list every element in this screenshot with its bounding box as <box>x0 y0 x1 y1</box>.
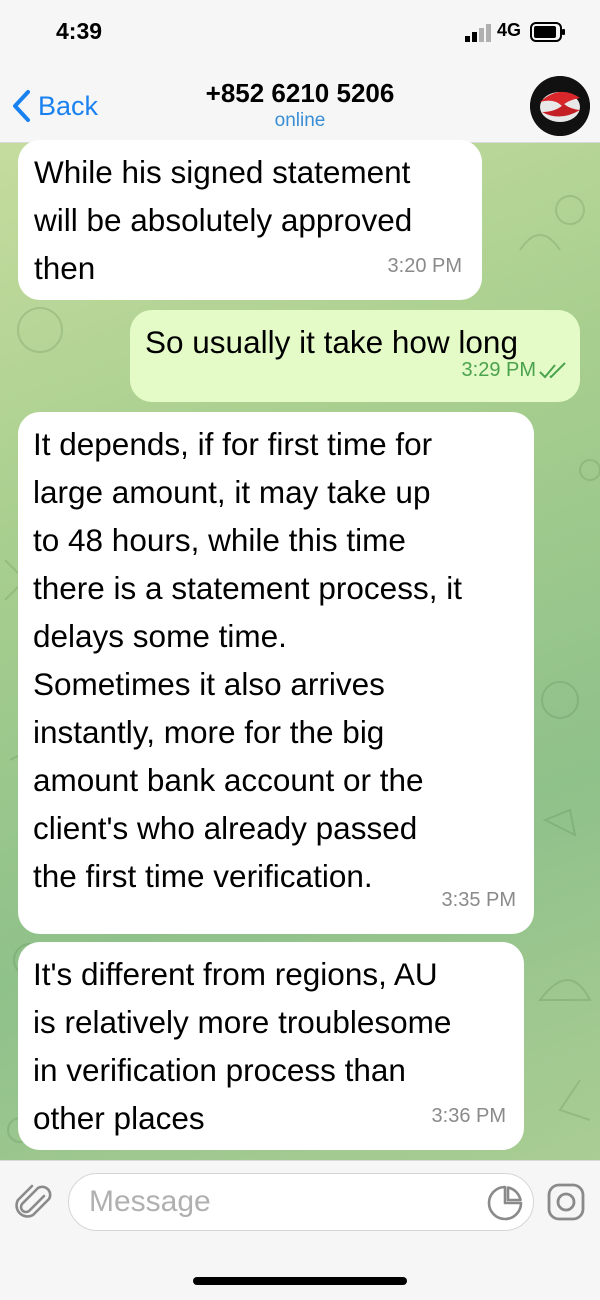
double-check-icon <box>539 362 566 379</box>
home-indicator <box>193 1277 407 1285</box>
message-time: 3:36 PM <box>431 1105 506 1127</box>
signal-icon <box>465 24 491 42</box>
message-input[interactable] <box>68 1173 534 1231</box>
message-text: It's different from regions, AU is relat… <box>33 956 452 1136</box>
avatar[interactable] <box>530 76 590 136</box>
message-bubble[interactable]: It depends, if for first time for large … <box>18 412 534 934</box>
message-time: 3:20 PM <box>387 255 462 277</box>
message-time: 3:29 PM <box>461 359 536 381</box>
sticker-icon[interactable] <box>486 1184 524 1222</box>
network-type: 4G <box>497 20 522 40</box>
contact-status: online <box>274 110 326 131</box>
camera-icon[interactable] <box>546 1182 586 1222</box>
message-bubble[interactable]: So usually it take how long 3:29 PM <box>130 310 580 402</box>
paperclip-icon[interactable] <box>14 1182 54 1222</box>
message-bubble[interactable]: While his signed statement will be absol… <box>18 140 482 300</box>
battery-icon <box>530 22 565 42</box>
message-time-row: 3:29 PM <box>462 346 568 394</box>
contact-title[interactable]: +852 6210 5206 <box>0 78 600 109</box>
message-text: It depends, if for first time for large … <box>33 426 462 894</box>
message-bubble[interactable]: It's different from regions, AU is relat… <box>18 942 524 1150</box>
status-time: 4:39 <box>56 18 103 44</box>
avatar-logo-icon <box>530 76 590 136</box>
message-time: 3:35 PM <box>441 889 516 911</box>
message-text: While his signed statement will be absol… <box>34 154 413 286</box>
